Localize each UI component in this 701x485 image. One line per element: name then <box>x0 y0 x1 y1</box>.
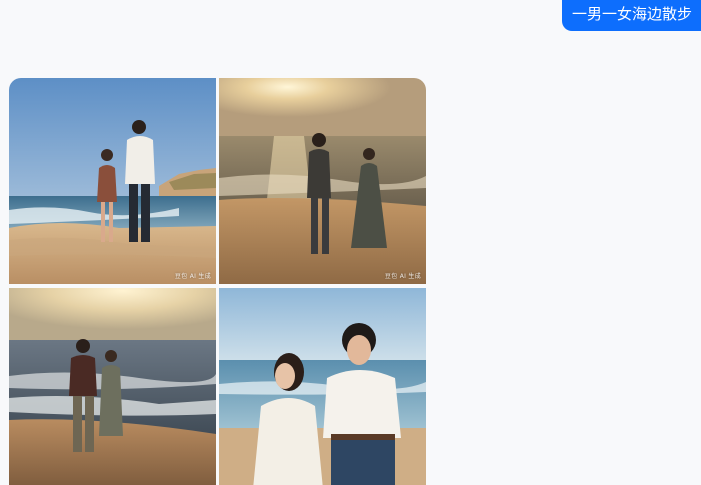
generated-image-1[interactable]: 豆包 AI 生成 <box>9 78 216 284</box>
beach-photo-2 <box>219 78 426 284</box>
generated-image-grid: 豆包 AI 生成 豆包 AI 生成 <box>9 78 426 485</box>
ai-watermark-label: 豆包 AI 生成 <box>174 273 211 280</box>
beach-photo-3 <box>9 288 216 485</box>
generated-image-3[interactable] <box>9 288 216 485</box>
beach-photo-1 <box>9 78 216 284</box>
beach-photo-4 <box>219 288 426 485</box>
generated-image-2[interactable]: 豆包 AI 生成 <box>219 78 426 284</box>
generated-image-4[interactable] <box>219 288 426 485</box>
user-message-bubble: 一男一女海边散步 <box>561 0 701 31</box>
ai-watermark-label: 豆包 AI 生成 <box>384 273 421 280</box>
